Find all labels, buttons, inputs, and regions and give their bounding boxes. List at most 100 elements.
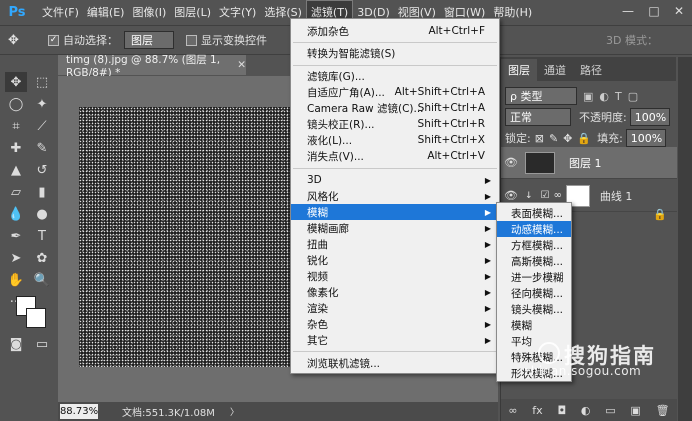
eyedropper-icon[interactable]: ⟋ (31, 116, 53, 136)
menu-item-vanishing-point[interactable]: 消失点(V)... Alt+Ctrl+V (291, 148, 499, 164)
auto-select-checkbox[interactable]: ✓ 自动选择： (48, 32, 118, 48)
lock-paint-icon[interactable]: ✎ (549, 132, 558, 145)
close-icon[interactable]: ✕ (237, 59, 246, 71)
group-icon[interactable]: ▭ (605, 404, 615, 417)
fill-field[interactable]: 100% (625, 129, 666, 147)
menu-item-adaptive-wide-angle[interactable]: 自适应广角(A)... Alt+Shift+Ctrl+A (291, 84, 499, 100)
submenu-item-gaussian-blur[interactable]: 高斯模糊... (497, 253, 571, 269)
submenu-item-lens-blur[interactable]: 镜头模糊... (497, 301, 571, 317)
minimize-icon[interactable]: — (616, 0, 640, 22)
blur-tool-icon[interactable]: 💧 (5, 204, 27, 224)
opacity-field[interactable]: 100% (629, 108, 670, 126)
menu-item-video[interactable]: 视频 ▶ (291, 268, 499, 284)
background-color-swatch[interactable] (26, 308, 46, 328)
move-tool-icon[interactable]: ✥ (5, 72, 27, 92)
magic-wand-icon[interactable]: ✦ (31, 94, 53, 114)
menu-item-filter-gallery[interactable]: 滤镜库(G)... (291, 68, 499, 84)
submenu-item-motion-blur[interactable]: 动感模糊... (497, 221, 571, 237)
submenu-item-blur[interactable]: 模糊 (497, 317, 571, 333)
mask-icon[interactable]: ◘ (557, 404, 566, 417)
new-layer-icon[interactable]: ▣ (630, 404, 640, 417)
submenu-item-surface-blur[interactable]: 表面模糊... (497, 205, 571, 221)
menu-file[interactable]: 文件(F) (38, 0, 83, 24)
shape-tool-icon[interactable]: ✿ (31, 248, 53, 268)
lock-pixels-icon[interactable]: ⊠ (535, 132, 544, 145)
status-bar: 88.73% 文档:551.3K/1.08M 〉 (58, 402, 498, 421)
history-brush-icon[interactable]: ↺ (31, 160, 53, 180)
maximize-icon[interactable]: □ (642, 0, 666, 22)
eraser-tool-icon[interactable]: ▱ (5, 182, 27, 202)
arrow-right-icon[interactable]: 〉 (230, 405, 239, 418)
show-transform-checkbox[interactable]: 显示变换控件 (186, 32, 267, 48)
submenu-item-box-blur[interactable]: 方框模糊... (497, 237, 571, 253)
close-icon[interactable]: ✕ (667, 0, 691, 22)
checkbox-icon: ✓ (48, 34, 59, 46)
crop-tool-icon[interactable]: ⌗ (5, 116, 27, 136)
gradient-tool-icon[interactable]: ▮ (31, 182, 53, 202)
menu-item-smart-filter[interactable]: 转换为智能滤镜(S) (291, 45, 499, 61)
menu-image[interactable]: 图像(I) (128, 0, 170, 24)
type-tool-icon[interactable]: T (31, 226, 53, 246)
menu-item-blur[interactable]: 模糊 ▶ (291, 204, 499, 220)
submenu-item-blur-more[interactable]: 进一步模糊 (497, 269, 571, 285)
menu-item-liquify[interactable]: 液化(L)... Shift+Ctrl+X (291, 132, 499, 148)
menu-item-blur-gallery[interactable]: 模糊画廊 ▶ (291, 220, 499, 236)
menu-item-pixelate[interactable]: 像素化 ▶ (291, 284, 499, 300)
menu-item-distort[interactable]: 扭曲 ▶ (291, 236, 499, 252)
filter-adjust-icon[interactable]: ◐ (599, 90, 609, 103)
tab-channels[interactable]: 通道 (537, 59, 573, 81)
layer-row-1[interactable]: 👁 图层 1 (501, 147, 677, 179)
lock-all-icon[interactable]: 🔒 (577, 132, 591, 145)
submenu-item-radial-blur[interactable]: 径向模糊... (497, 285, 571, 301)
auto-select-label: 自动选择： (63, 34, 118, 47)
menu-layer[interactable]: 图层(L) (170, 0, 215, 24)
hand-tool-icon[interactable]: ✋ (5, 270, 27, 290)
healing-brush-icon[interactable]: ✚ (5, 138, 27, 158)
tab-paths[interactable]: 路径 (573, 59, 609, 81)
filter-image-icon[interactable]: ▣ (583, 90, 593, 103)
fx-icon[interactable]: fx (532, 404, 542, 417)
lasso-tool-icon[interactable]: ◯ (5, 94, 27, 114)
trash-icon[interactable]: 🗑 (656, 404, 670, 417)
menu-item-label: 其它 (307, 334, 328, 347)
path-select-icon[interactable]: ➤ (5, 248, 27, 268)
menu-item-3d[interactable]: 3D ▶ (291, 172, 499, 188)
menu-item-camera-raw[interactable]: Camera Raw 滤镜(C)... Shift+Ctrl+A (291, 100, 499, 116)
menu-item-noise[interactable]: 杂色 ▶ (291, 316, 499, 332)
adjustment-icon[interactable]: ◐ (581, 404, 591, 417)
pen-tool-icon[interactable]: ✒ (5, 226, 27, 246)
filter-shape-icon[interactable]: ▢ (628, 90, 638, 103)
menu-type[interactable]: 文字(Y) (215, 0, 260, 24)
blend-mode-dropdown[interactable]: 正常 (505, 108, 571, 126)
lock-row: 锁定: ⊠ ✎ ✥ 🔒 填充: 100% (505, 129, 666, 147)
chain-link-icon[interactable]: ∞ (554, 190, 562, 201)
layer-select-dropdown[interactable]: 图层 (124, 31, 174, 49)
visibility-eye-icon[interactable]: 👁 (501, 156, 521, 169)
layer-kind-filter[interactable]: ρ 类型 (505, 87, 577, 105)
menu-item-lens-correction[interactable]: 镜头校正(R)... Shift+Ctrl+R (291, 116, 499, 132)
brush-tool-icon[interactable]: ✎ (31, 138, 53, 158)
stamp-tool-icon[interactable]: ▲ (5, 160, 27, 180)
menu-item-render[interactable]: 渲染 ▶ (291, 300, 499, 316)
document-tab[interactable]: timg (8).jpg @ 88.7% (图层 1, RGB/8#) * ✕ (58, 54, 246, 79)
zoom-level-field[interactable]: 88.73% (60, 404, 98, 419)
menu-item-other[interactable]: 其它 ▶ (291, 332, 499, 348)
link-icon[interactable]: ∞ (508, 404, 517, 417)
document-info: 文档:551.3K/1.08M (122, 408, 215, 419)
tab-layers[interactable]: 图层 (501, 59, 537, 81)
menu-item-stylize[interactable]: 风格化 ▶ (291, 188, 499, 204)
menu-item-sharpen[interactable]: 锐化 ▶ (291, 252, 499, 268)
menu-item-browse-online[interactable]: 浏览联机滤镜... (291, 355, 499, 371)
menu-edit[interactable]: 编辑(E) (83, 0, 129, 24)
zoom-tool-icon[interactable]: 🔍 (31, 270, 53, 290)
lock-move-icon[interactable]: ✥ (563, 132, 572, 145)
screen-mode-icon[interactable]: ▭ (31, 334, 53, 354)
menu-item-add-noise[interactable]: 添加杂色 Alt+Ctrl+F (291, 23, 499, 39)
dodge-tool-icon[interactable]: ● (31, 204, 53, 224)
quick-mask-icon[interactable]: ◙ (5, 334, 27, 354)
filter-type-icon[interactable]: T (615, 90, 622, 103)
marquee-tool-icon[interactable]: ⬚ (31, 72, 53, 92)
move-tool-icon[interactable]: ✥ (8, 33, 38, 48)
opacity-value: 100% (634, 110, 667, 124)
visibility-eye-icon[interactable]: 👁 (501, 189, 521, 202)
